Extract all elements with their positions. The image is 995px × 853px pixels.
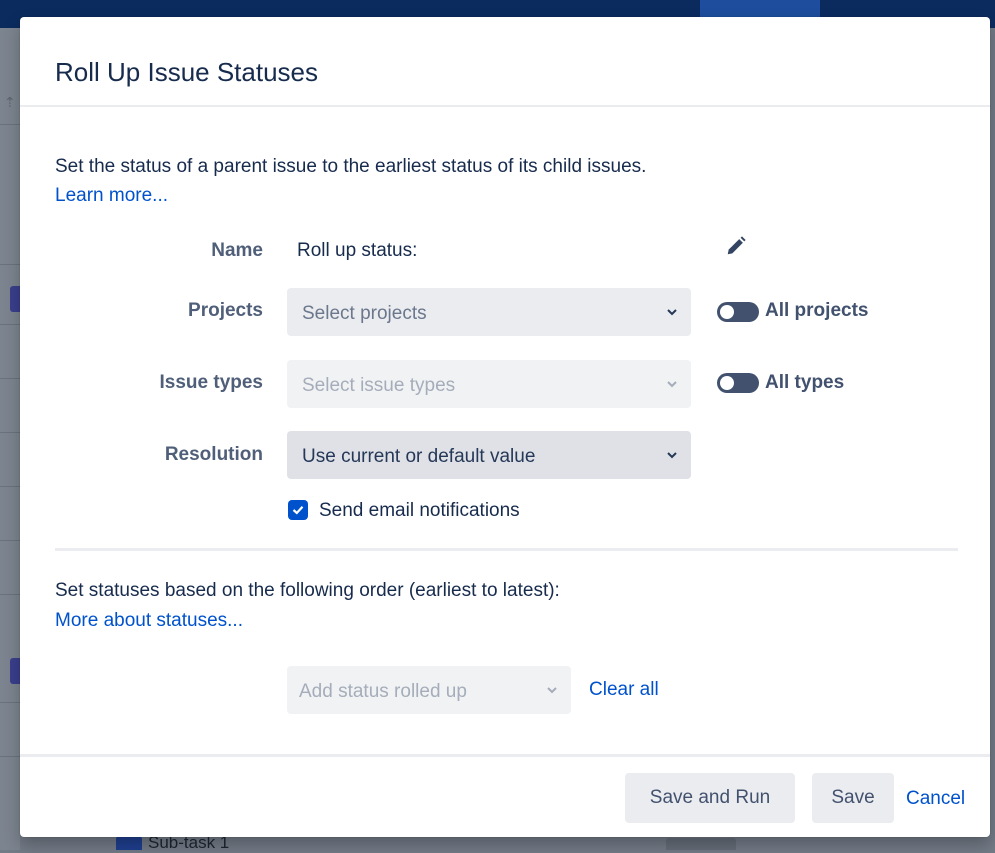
all-types-label: All types xyxy=(765,372,845,393)
send-email-label[interactable]: Send email notifications xyxy=(319,500,520,522)
resolution-label: Resolution xyxy=(164,444,263,465)
chevron-down-icon xyxy=(667,452,677,459)
learn-more-link[interactable]: Learn more... xyxy=(55,181,646,210)
background-row-divider xyxy=(0,264,20,265)
background-issue-chip xyxy=(10,286,20,312)
background-row-divider xyxy=(0,378,20,379)
toggle-knob xyxy=(720,376,734,390)
issue-types-select-placeholder: Select issue types xyxy=(302,375,456,396)
save-and-run-button[interactable]: Save and Run xyxy=(625,773,795,823)
name-label: Name xyxy=(211,240,263,261)
add-status-placeholder: Add status rolled up xyxy=(299,681,467,702)
send-email-checkbox[interactable] xyxy=(288,500,308,520)
background-row-divider xyxy=(0,702,20,703)
background-checkbox xyxy=(116,836,142,850)
background-row-divider xyxy=(0,324,20,325)
clear-all-link[interactable]: Clear all xyxy=(589,679,659,701)
resolution-select-value: Use current or default value xyxy=(302,446,536,467)
toggle-knob xyxy=(720,305,734,319)
background-row-divider xyxy=(0,756,20,757)
intro-text: Set the status of a parent issue to the … xyxy=(55,156,647,177)
checkmark-icon xyxy=(292,506,304,515)
all-projects-label: All projects xyxy=(765,300,869,321)
status-order-section: Set statuses based on the following orde… xyxy=(55,576,560,636)
resolution-select[interactable]: Use current or default value xyxy=(287,431,691,479)
background-left-panel: ⇡ xyxy=(0,28,20,850)
dialog-intro: Set the status of a parent issue to the … xyxy=(55,152,646,210)
name-value: Roll up status: xyxy=(297,240,418,261)
status-order-text: Set statuses based on the following orde… xyxy=(55,580,560,601)
issue-types-label: Issue types xyxy=(159,372,264,393)
add-status-select[interactable]: Add status rolled up xyxy=(287,666,571,714)
chevron-down-icon xyxy=(667,381,677,388)
background-row-divider xyxy=(0,432,20,433)
background-row-divider xyxy=(0,594,20,595)
section-divider xyxy=(55,548,958,551)
roll-up-issue-statuses-dialog: Roll Up Issue Statuses Set the status of… xyxy=(20,17,990,837)
chevron-down-icon xyxy=(667,309,677,316)
footer-divider xyxy=(20,754,990,757)
cancel-button[interactable]: Cancel xyxy=(906,788,965,810)
background-issue-chip xyxy=(10,658,20,684)
background-row-divider xyxy=(0,540,20,541)
background-button xyxy=(666,838,736,850)
all-projects-toggle[interactable] xyxy=(717,302,759,322)
background-arrow-icon: ⇡ xyxy=(4,94,16,110)
projects-label: Projects xyxy=(188,300,263,321)
pencil-icon[interactable] xyxy=(725,235,747,257)
projects-select[interactable]: Select projects xyxy=(287,288,691,336)
dialog-title: Roll Up Issue Statuses xyxy=(55,57,319,87)
chevron-down-icon xyxy=(547,687,557,694)
save-button[interactable]: Save xyxy=(812,773,894,823)
background-row-divider xyxy=(0,486,20,487)
projects-select-placeholder: Select projects xyxy=(302,303,427,324)
dialog-header: Roll Up Issue Statuses xyxy=(20,17,990,107)
background-subtask-row: Sub-task 1 xyxy=(110,833,510,852)
all-types-toggle[interactable] xyxy=(717,373,759,393)
issue-types-select[interactable]: Select issue types xyxy=(287,360,691,408)
background-row-divider xyxy=(0,124,20,125)
more-about-statuses-link[interactable]: More about statuses... xyxy=(55,606,560,636)
